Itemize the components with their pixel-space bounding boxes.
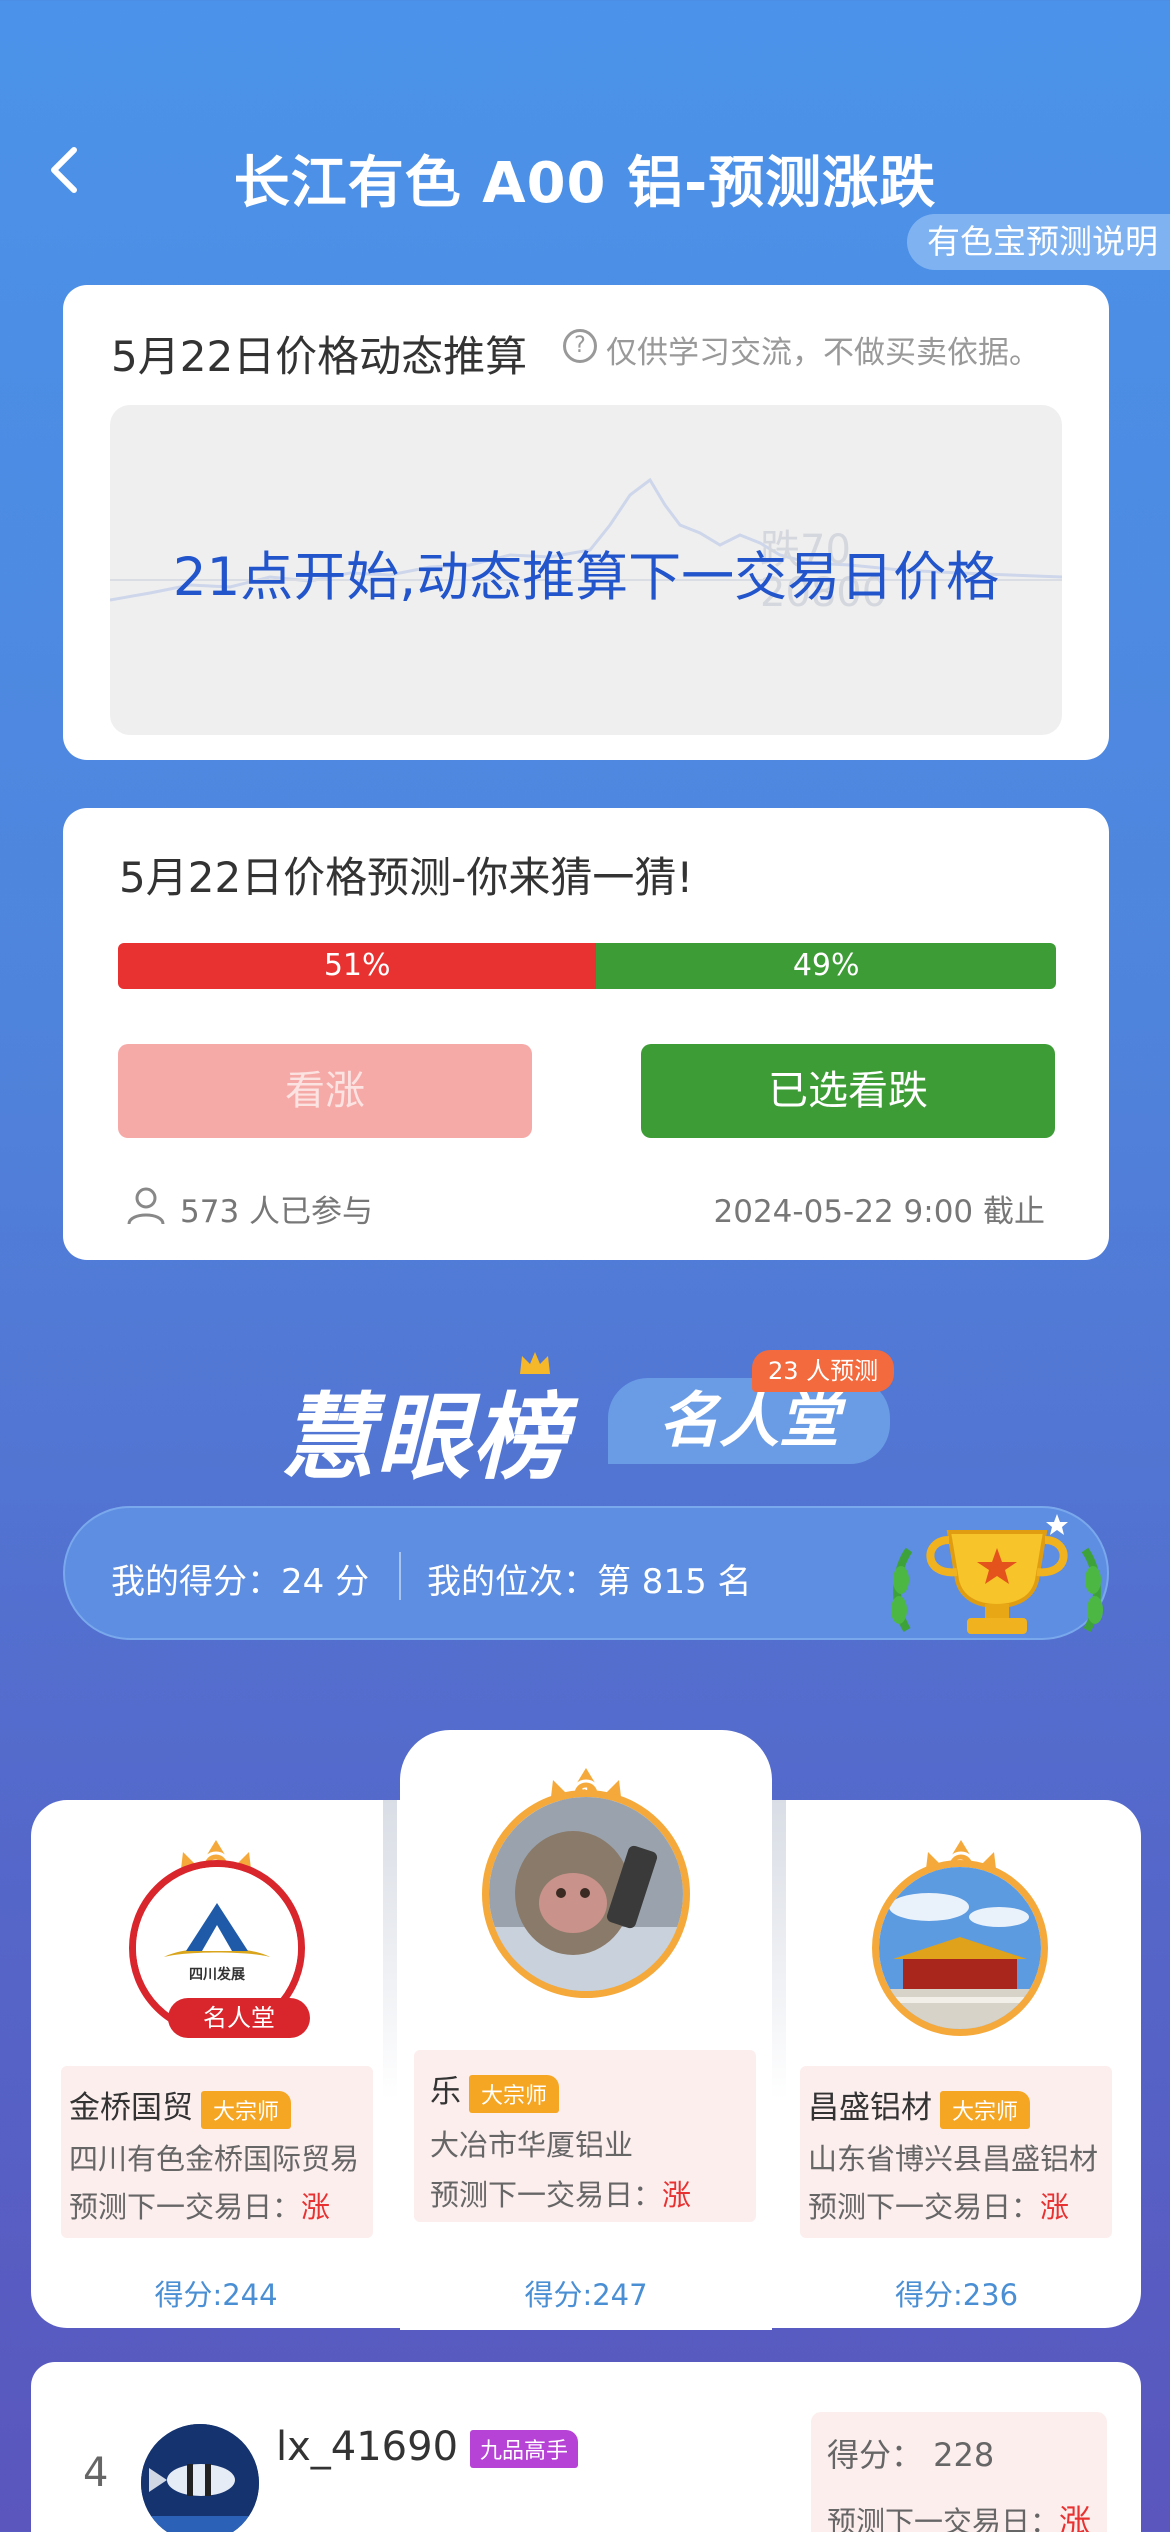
disclaimer-note: 仅供学习交流，不做买卖依据。 [606, 335, 1040, 371]
prediction-explain-button[interactable]: 有色宝预测说明 [907, 214, 1170, 270]
level-tag: 九品高手 [470, 2430, 579, 2468]
bet-up-button[interactable]: 看涨 [118, 1044, 532, 1138]
help-icon[interactable]: ? [563, 329, 597, 363]
page-title: 长江有色 A00 铝-预测涨跌 [233, 151, 937, 216]
prediction-value: 涨 [1059, 2502, 1092, 2532]
rank-number: 4 [83, 2450, 109, 2496]
company-name: 四川有色金桥国际贸易 [69, 2142, 360, 2176]
my-rank: 我的位次：第 815 名 [427, 1562, 752, 1602]
prediction-label: 预测下一交易日： [430, 2178, 663, 2212]
score-label: 得分:244 [154, 2278, 278, 2312]
my-score: 我的得分：24 分 [111, 1562, 370, 1602]
deadline-text: 2024-05-22 9:00 截止 [713, 1194, 1045, 1230]
trophy-icon [891, 1514, 1103, 1634]
avatar [872, 1860, 1048, 2036]
score-label: 得分:247 [524, 2278, 648, 2312]
podium-first[interactable]: 1 乐大宗师 大冶市华厦铝业 预测下一交易日：涨 得分:247 [400, 1730, 772, 2328]
hall-prediction-badge: 23 人预测 [752, 1350, 895, 1392]
down-ratio-segment: 49% [596, 943, 1056, 989]
level-tag: 大宗师 [469, 2074, 560, 2113]
user-name: 昌盛铝材 [808, 2090, 932, 2126]
estimate-start-notice: 21点开始,动态推算下一交易日价格 [172, 547, 1000, 608]
podium-info-box: 金桥国贸 大宗师 四川有色金桥国际贸易 预测下一交易日：涨 [61, 2066, 373, 2238]
monkey-photo [489, 1797, 683, 1991]
user-name: 金桥国贸 [69, 2090, 193, 2126]
prediction-value: 涨 [1040, 2190, 1070, 2224]
participant-count: 573 人已参与 [180, 1194, 374, 1230]
podium-info-box: 乐大宗师 大冶市华厦铝业 预测下一交易日：涨 [414, 2050, 756, 2222]
score-box: 得分： 228 预测下一交易日：涨 [811, 2412, 1107, 2532]
dynamic-estimate-title: 5月22日价格动态推算 [111, 332, 528, 381]
user-name: 乐 [430, 2074, 461, 2110]
hall-of-fame-pill: 名人堂 [168, 1998, 310, 2038]
forbidden-city-photo [879, 1867, 1041, 2029]
list-item[interactable]: 4 lx_41690 九品高手 得分： 228 预测下一交易日：涨 [31, 2362, 1141, 2532]
estimate-chart-placeholder: 跌70 20800 21点开始,动态推算下一交易日价格 [110, 405, 1062, 735]
podium-info-box: 昌盛铝材 大宗师 山东省博兴县昌盛铝材 预测下一交易日：涨 [800, 2066, 1112, 2238]
avatar [141, 2424, 259, 2532]
logo-text: 四川发展 [189, 1966, 245, 1983]
huiyan-ranking-logo: 慧眼榜 [280, 1384, 569, 1493]
level-tag: 大宗师 [940, 2090, 1031, 2129]
company-name: 大冶市华厦铝业 [430, 2128, 634, 2162]
divider [399, 1552, 401, 1600]
company-name: 山东省博兴县昌盛铝材 [808, 2142, 1099, 2176]
podium-second[interactable]: 2 四川发展 金桥国贸大宗师 四川有色金桥国际贸易 预测下一交易日：涨 得分:2… [31, 1800, 401, 2328]
dynamic-estimate-card: 5月22日价格动态推算 ? 仅供学习交流，不做买卖依据。 跌70 20800 2… [63, 285, 1109, 760]
score-label: 得分:236 [894, 2278, 1019, 2312]
user-icon [127, 1187, 165, 1225]
prediction-label: 预测下一交易日： [808, 2190, 1041, 2224]
vote-ratio-bar: 51% 49% [118, 943, 1056, 989]
guess-title: 5月22日价格预测-你来猜一猜! [119, 853, 694, 902]
crown-icon [520, 1352, 550, 1374]
prediction-label: 预测下一交易日： [827, 2505, 1060, 2532]
bet-down-button[interactable]: 已选看跌 [641, 1044, 1055, 1138]
prediction-value: 涨 [662, 2178, 692, 2212]
up-ratio-segment: 51% [118, 943, 597, 989]
user-name: lx_41690 [276, 2424, 459, 2470]
score-label: 得分： 228 [827, 2436, 995, 2474]
prediction-label: 预测下一交易日： [69, 2190, 302, 2224]
level-tag: 大宗师 [201, 2090, 292, 2129]
guess-card: 5月22日价格预测-你来猜一猜! 51% 49% 看涨 已选看跌 573 人已参… [63, 808, 1109, 1260]
podium-third[interactable]: 3 昌盛铝材大宗师 山东省博兴县昌盛铝材 预测下一交易日：涨 得分:236 [772, 1800, 1141, 2328]
prediction-value: 涨 [301, 2190, 331, 2224]
my-score-banner: 我的得分：24 分 我的位次：第 815 名 [63, 1506, 1109, 1640]
fish-photo [141, 2424, 259, 2532]
avatar [482, 1790, 690, 1998]
